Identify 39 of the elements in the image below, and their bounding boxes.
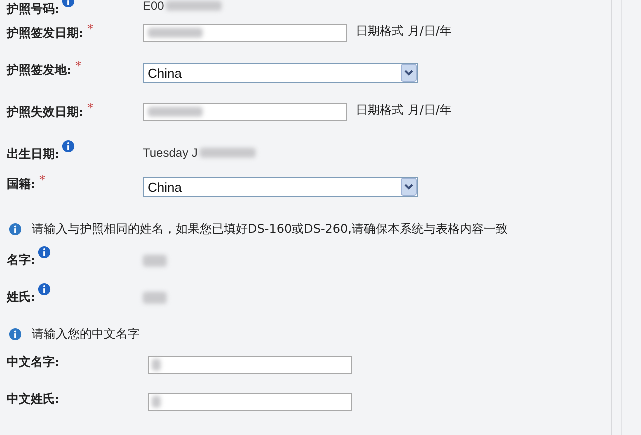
field-label: 护照签发日期:	[7, 25, 84, 42]
redacted-value	[148, 107, 203, 117]
required-mark: *	[75, 59, 82, 73]
redacted-value	[152, 359, 161, 371]
required-mark: *	[39, 173, 46, 187]
redacted-value	[143, 255, 167, 267]
field-value: Tuesday J	[143, 146, 198, 160]
text-field[interactable]	[148, 356, 352, 374]
field-value: E00	[143, 0, 164, 13]
required-mark: *	[87, 101, 94, 115]
field-label: 护照号码:	[7, 1, 60, 18]
field-label: 护照失效日期:	[7, 104, 84, 121]
field-label: 中文姓氏:	[7, 391, 60, 408]
text-field[interactable]	[148, 393, 352, 411]
field-label: 名字:	[7, 252, 36, 269]
info-icon[interactable]	[38, 246, 52, 259]
info-icon	[9, 328, 22, 340]
date-field[interactable]	[143, 24, 347, 42]
country-dropdown[interactable]: China	[143, 63, 418, 83]
field-label: 姓氏:	[7, 289, 36, 306]
instruction-text: 请输入与护照相同的姓名，如果您已填好DS-160或DS-260,请确保本系统与表格内容一致	[32, 220, 508, 238]
country-dropdown[interactable]: China	[143, 177, 418, 197]
info-icon[interactable]	[38, 283, 52, 296]
redacted-value	[166, 1, 222, 11]
info-icon	[9, 222, 22, 236]
redacted-value	[143, 292, 167, 304]
field-label: 护照签发地:	[7, 62, 72, 79]
field-label: 出生日期:	[7, 146, 60, 163]
date-field[interactable]	[143, 103, 347, 121]
redacted-value	[148, 28, 203, 38]
field-label: 国籍:	[7, 176, 36, 193]
date-format-hint: 日期格式 月/日/年	[356, 102, 452, 118]
field-label: 中文名字:	[7, 354, 60, 371]
redacted-value	[200, 148, 256, 158]
redacted-value	[152, 396, 161, 408]
required-mark: *	[87, 22, 94, 36]
info-icon[interactable]	[62, 140, 76, 153]
instruction-text: 请输入您的中文名字	[32, 326, 140, 342]
date-format-hint: 日期格式 月/日/年	[356, 22, 452, 40]
